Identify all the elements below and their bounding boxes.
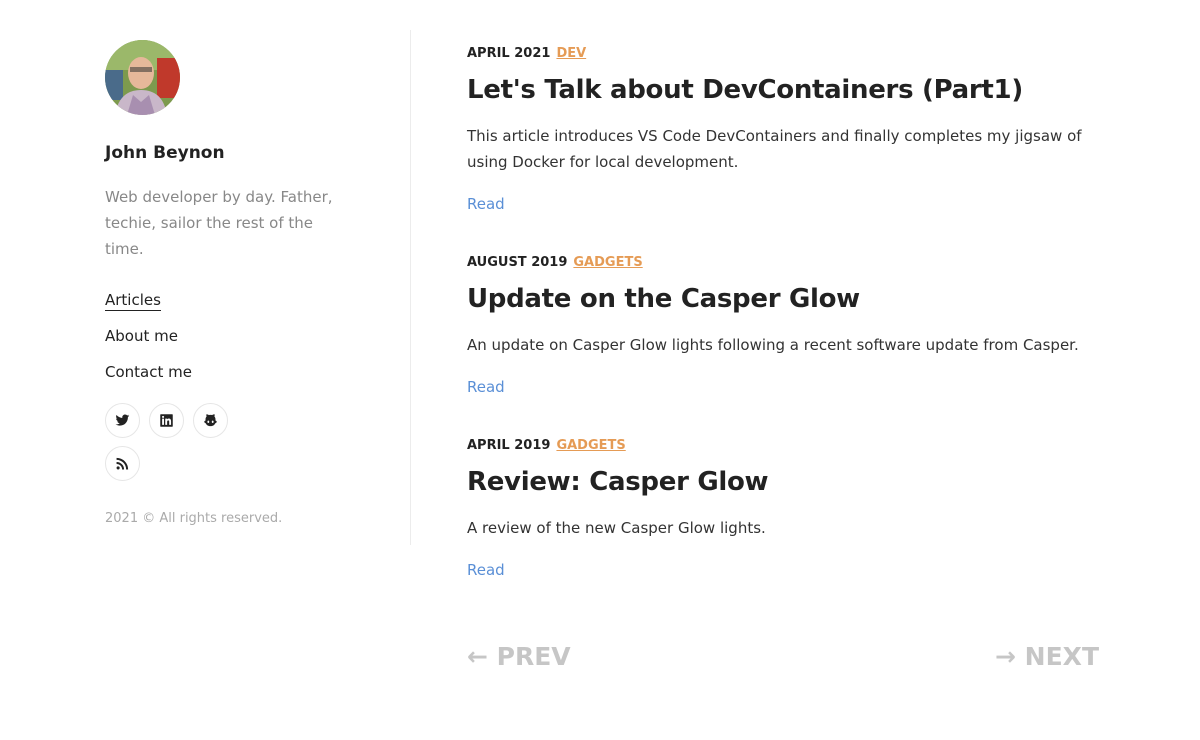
post-title[interactable]: Let's Talk about DevContainers (Part1) [467,73,1099,107]
post-meta: APRIL 2019 GADGETS [467,436,1099,456]
read-link[interactable]: Read [467,378,505,396]
read-link[interactable]: Read [467,561,505,579]
post-date: AUGUST 2019 [467,255,568,270]
post-excerpt: This article introduces VS Code DevConta… [467,127,1082,171]
rss-link[interactable] [105,446,140,481]
sidebar: John Beynon Web developer by day. Father… [105,40,395,526]
post-date: APRIL 2019 [467,438,551,453]
nav-articles[interactable]: Articles [105,289,395,325]
linkedin-link[interactable] [149,403,185,438]
post-item: AUGUST 2019 GADGETS Update on the Casper … [467,253,1099,396]
nav-contact-me[interactable]: Contact me [105,361,395,397]
github-link[interactable] [193,403,229,438]
nav-about-me-label: About me [105,327,178,345]
post-category[interactable]: GADGETS [573,255,642,270]
post-title[interactable]: Review: Casper Glow [467,465,1099,499]
post-item: APRIL 2021 DEV Let's Talk about DevContai… [467,44,1099,213]
post-item: APRIL 2019 GADGETS Review: Casper Glow A … [467,436,1099,579]
twitter-icon [115,414,130,426]
main-nav: Articles About me Contact me [105,289,395,397]
social-links [105,403,245,489]
post-date: APRIL 2021 [467,46,551,61]
read-link[interactable]: Read [467,195,505,213]
avatar[interactable] [105,40,180,115]
prev-page-link[interactable]: ← PREV [467,642,571,671]
post-category[interactable]: GADGETS [556,438,625,453]
pagination: ← PREV → NEXT [467,642,1099,676]
twitter-link[interactable] [105,403,140,438]
linkedin-icon [160,414,173,427]
author-name: John Beynon [105,143,225,163]
copyright: 2021 © All rights reserved. [105,511,283,526]
post-excerpt: An update on Casper Glow lights followin… [467,336,1079,354]
nav-about-me[interactable]: About me [105,325,395,361]
nav-contact-me-label: Contact me [105,363,192,381]
post-category[interactable]: DEV [556,46,586,61]
post-title[interactable]: Update on the Casper Glow [467,282,1099,316]
post-excerpt: A review of the new Casper Glow lights. [467,519,766,537]
nav-articles-label: Articles [105,291,161,311]
post-meta: APRIL 2021 DEV [467,44,1099,64]
post-list: APRIL 2021 DEV Let's Talk about DevContai… [467,44,1099,619]
next-page-link[interactable]: → NEXT [995,642,1099,671]
author-bio: Web developer by day. Father, techie, sa… [105,188,333,258]
github-icon [204,414,217,427]
rss-icon [116,457,129,470]
sidebar-divider [410,30,411,545]
post-meta: AUGUST 2019 GADGETS [467,253,1099,273]
